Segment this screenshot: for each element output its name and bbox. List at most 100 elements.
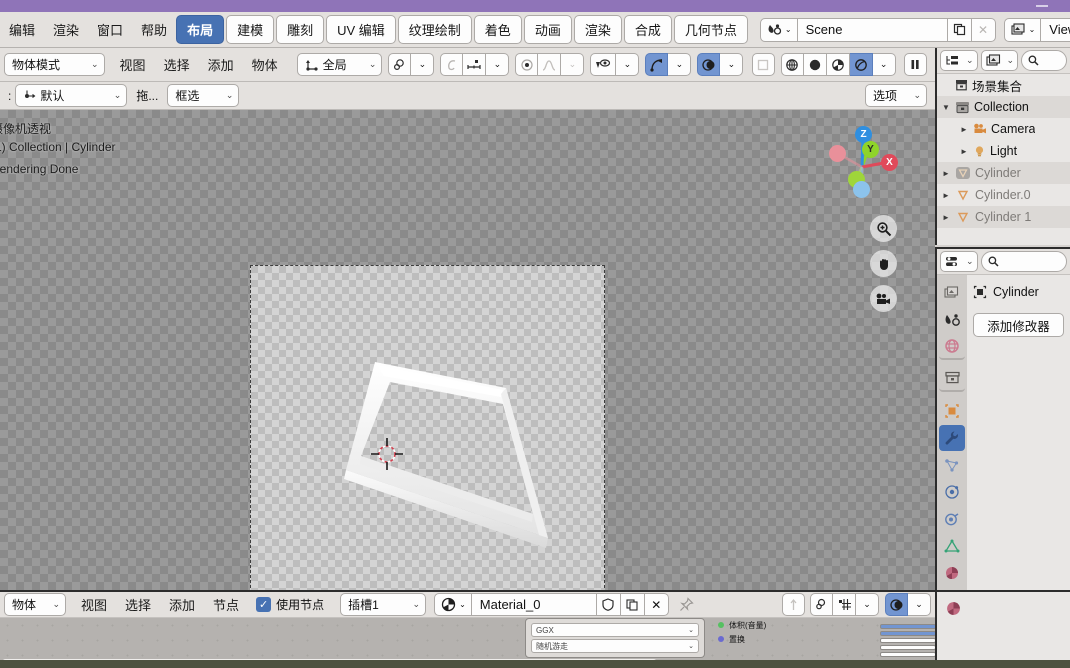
shader-menu-node[interactable]: 节点 <box>204 592 248 617</box>
viewport-options-button[interactable]: 选项 ⌄ <box>865 84 927 107</box>
viewport-3d[interactable]: 摄像机透视 (1) Collection | Cylinder Renderin… <box>0 110 935 590</box>
scene-browse-icon[interactable]: ⌄ <box>759 17 798 42</box>
material-unlink-icon[interactable]: ✕ <box>644 593 669 616</box>
mode-selector[interactable]: 物体模式 ⌄ <box>4 53 105 76</box>
outliner-row-cylinder-1[interactable]: ► Cylinder 1 <box>937 206 1070 228</box>
node-prop-row[interactable] <box>880 638 935 643</box>
gizmo-axis-x[interactable]: X <box>881 154 898 171</box>
viewlayer-name-field[interactable]: ViewLayer <box>1041 17 1070 42</box>
scene-unlink-icon[interactable]: ✕ <box>971 17 996 42</box>
properties-tab-world[interactable] <box>939 334 965 360</box>
active-tool-selector[interactable]: 默认 ⌄ <box>15 84 128 107</box>
overlays-icon[interactable] <box>697 53 721 76</box>
shader-menu-view[interactable]: 视图 <box>72 592 116 617</box>
scene-new-copy-icon[interactable] <box>947 17 972 42</box>
expand-arrow[interactable]: ► <box>941 213 951 222</box>
chevron-down-icon[interactable]: ⌄ <box>872 53 896 76</box>
snap-magnet-icon[interactable] <box>388 53 412 76</box>
gizmo-axis-neg-z[interactable] <box>853 181 870 198</box>
properties-tab-render[interactable] <box>939 307 965 333</box>
principled-bsdf-node[interactable]: GGX ⌄ 随机游走 ⌄ <box>525 618 705 658</box>
node-socket-displacement[interactable]: 置换 <box>712 632 832 646</box>
chevron-down-icon[interactable]: ⌄ <box>561 53 585 76</box>
properties-search-input[interactable] <box>980 251 1067 272</box>
workspace-tab-layout[interactable]: 布局 <box>176 15 225 44</box>
use-nodes-toggle[interactable]: ✓ 使用节点 <box>256 596 324 613</box>
outliner-row-cylinder-001[interactable]: ► Cylinder.0 <box>937 184 1070 206</box>
proportional-edit-icon[interactable] <box>440 53 464 76</box>
shading-solid-icon[interactable] <box>803 53 827 76</box>
shading-rendered-icon[interactable] <box>849 53 873 76</box>
properties-tab-constraints[interactable] <box>939 506 965 532</box>
gizmo-axis-neg-x[interactable] <box>829 145 846 162</box>
object-type-visibility-icon[interactable] <box>590 53 617 76</box>
navigation-axis-gizmo[interactable]: Z Y X <box>819 120 905 206</box>
pivot-point-icon[interactable] <box>515 53 539 76</box>
chevron-down-icon[interactable]: ⌄ <box>616 53 640 76</box>
properties-tab-collection[interactable] <box>939 366 965 392</box>
menu-help[interactable]: 帮助 <box>132 17 176 42</box>
properties-tab-material[interactable] <box>939 560 965 586</box>
menu-edit[interactable]: 编辑 <box>0 17 44 42</box>
workspace-tab-rendering[interactable]: 渲染 <box>573 15 622 44</box>
gizmo-icon[interactable] <box>645 53 669 76</box>
shader-menu-select[interactable]: 选择 <box>116 592 160 617</box>
expand-arrow[interactable]: ► <box>959 147 969 156</box>
node-prop-row[interactable] <box>880 631 935 636</box>
outliner-filter-selector[interactable]: ⌄ <box>980 50 1019 71</box>
material-name-field[interactable]: Material_0 <box>471 593 597 616</box>
workspace-tab-geometry-nodes[interactable]: 几何节点 <box>673 15 748 44</box>
workspace-tab-sculpting[interactable]: 雕刻 <box>276 15 325 44</box>
chevron-down-icon[interactable]: ⌄ <box>668 53 692 76</box>
outliner-display-mode-selector[interactable]: ⌄ <box>940 50 978 71</box>
workspace-tab-shading[interactable]: 着色 <box>473 15 522 44</box>
xray-toggle-icon[interactable] <box>751 53 775 76</box>
chevron-down-icon[interactable]: ⌄ <box>486 53 510 76</box>
expand-arrow-open[interactable]: ▼ <box>941 103 951 112</box>
snap-increment-icon[interactable] <box>463 53 487 76</box>
viewport-menu-object[interactable]: 物体 <box>243 52 287 77</box>
fake-user-shield-icon[interactable] <box>596 593 621 616</box>
viewport-menu-view[interactable]: 视图 <box>111 52 155 77</box>
node-snap-grid-icon[interactable] <box>833 593 856 616</box>
pause-render-icon[interactable] <box>903 53 927 76</box>
viewport-menu-add[interactable]: 添加 <box>199 52 243 77</box>
workspace-tab-animation[interactable]: 动画 <box>523 15 572 44</box>
properties-tab-tool[interactable] <box>939 280 965 306</box>
material-output-node[interactable]: 体积(音量) 置换 <box>712 618 832 646</box>
properties-tab-modifiers[interactable] <box>939 425 965 451</box>
viewlayer-browse-icon[interactable]: ⌄ <box>1003 17 1042 42</box>
hand-pan-icon[interactable] <box>870 250 897 277</box>
viewport-menu-select[interactable]: 选择 <box>155 52 199 77</box>
outliner-row-collection[interactable]: ▼ Collection <box>937 96 1070 118</box>
node-prop-row[interactable] <box>880 624 935 629</box>
menu-window[interactable]: 窗口 <box>88 17 132 42</box>
outliner-row-camera[interactable]: ► Camera <box>937 118 1070 140</box>
expand-arrow[interactable]: ► <box>941 191 951 200</box>
node-prop-row[interactable] <box>880 652 935 657</box>
add-modifier-button[interactable]: 添加修改器 <box>973 313 1064 337</box>
material-browse-icon[interactable]: ⌄ <box>434 593 472 616</box>
gizmo-axis-y[interactable]: Y <box>862 141 879 158</box>
node-snap-toggle-icon[interactable] <box>782 593 805 616</box>
minimize-icon[interactable] <box>1036 5 1048 7</box>
properties-tab-particles[interactable] <box>939 452 965 478</box>
material-copy-icon[interactable] <box>620 593 645 616</box>
scene-name-field[interactable]: Scene <box>797 17 948 42</box>
node-socket-volume[interactable]: 体积(音量) <box>712 618 832 632</box>
expand-arrow[interactable]: ► <box>941 169 951 178</box>
chevron-down-icon[interactable]: ⌄ <box>411 53 435 76</box>
distribution-selector[interactable]: GGX ⌄ <box>531 623 699 637</box>
workspace-tab-texture-paint[interactable]: 纹理绘制 <box>397 15 472 44</box>
chevron-down-icon[interactable]: ⌄ <box>856 593 879 616</box>
transform-orientation-selector[interactable]: 全局 ⌄ <box>296 53 383 76</box>
material-slot-selector[interactable]: 插槽1 ⌄ <box>340 593 427 616</box>
shading-material-preview-icon[interactable] <box>826 53 850 76</box>
drag-mode-selector[interactable]: 框选 ⌄ <box>167 84 240 107</box>
expand-arrow[interactable]: ► <box>959 125 969 134</box>
outliner-row-scene-collection[interactable]: 场景集合 <box>937 74 1070 96</box>
falloff-curve-icon[interactable] <box>538 53 562 76</box>
pin-icon[interactable] <box>679 597 694 612</box>
workspace-tab-compositing[interactable]: 合成 <box>623 15 672 44</box>
menu-render[interactable]: 渲染 <box>44 17 88 42</box>
